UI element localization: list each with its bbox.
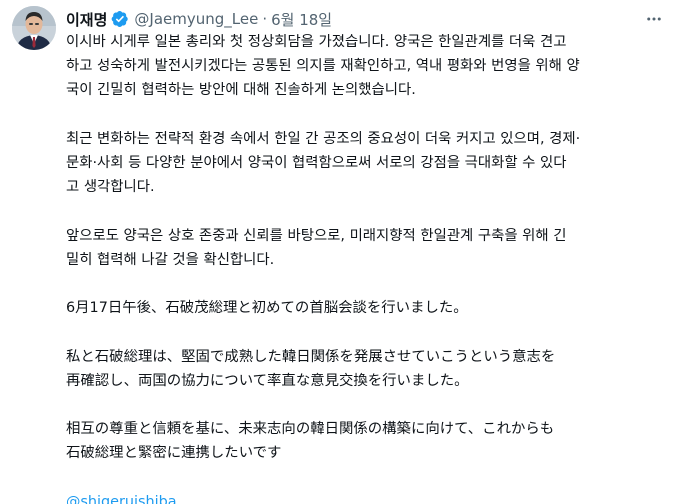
avatar-image — [12, 6, 56, 50]
tweet-text: 이시바 시게루 일본 총리와 첫 정상회담을 가졌습니다. 양국은 한일관계를 … — [66, 30, 670, 504]
display-name[interactable]: 이재명 — [66, 9, 107, 30]
tweet-paragraph: 相互の尊重と信頼を基に、未来志向の韓日関係の構築に向けて、これからも 石破総理と… — [66, 421, 555, 462]
tweet-paragraph: 私と石破総理は、堅固で成熟した韓日関係を発展させていこうという意志を 再確認し、… — [66, 348, 556, 389]
avatar[interactable] — [12, 6, 56, 50]
tweet-paragraph: 6月17日午後、石破茂総理と初めての首脳会談を行いました。 — [66, 300, 468, 317]
tweet-header: 이재명 @Jaemyung_Lee · 6월 18일 — [66, 8, 332, 30]
header-separator: · — [262, 10, 268, 28]
verified-badge-icon — [111, 10, 129, 28]
mention-link[interactable]: @shigeruishiba — [66, 490, 670, 504]
tweet-paragraph: 최근 변화하는 전략적 환경 속에서 한일 간 공조의 중요성이 더욱 커지고 … — [66, 130, 581, 196]
tweet-paragraph: 이시바 시게루 일본 총리와 첫 정상회담을 가졌습니다. 양국은 한일관계를 … — [66, 34, 580, 99]
more-options-icon — [647, 17, 661, 21]
handle[interactable]: @Jaemyung_Lee — [134, 10, 258, 28]
more-options-button[interactable] — [642, 8, 666, 30]
tweet-paragraph: 앞으로도 양국은 상호 존중과 신뢰를 바탕으로, 미래지향적 한일관계 구축을… — [66, 227, 567, 268]
timestamp[interactable]: 6월 18일 — [271, 9, 332, 30]
tweet: 이재명 @Jaemyung_Lee · 6월 18일 이시바 시게루 일본 총리… — [0, 0, 680, 504]
